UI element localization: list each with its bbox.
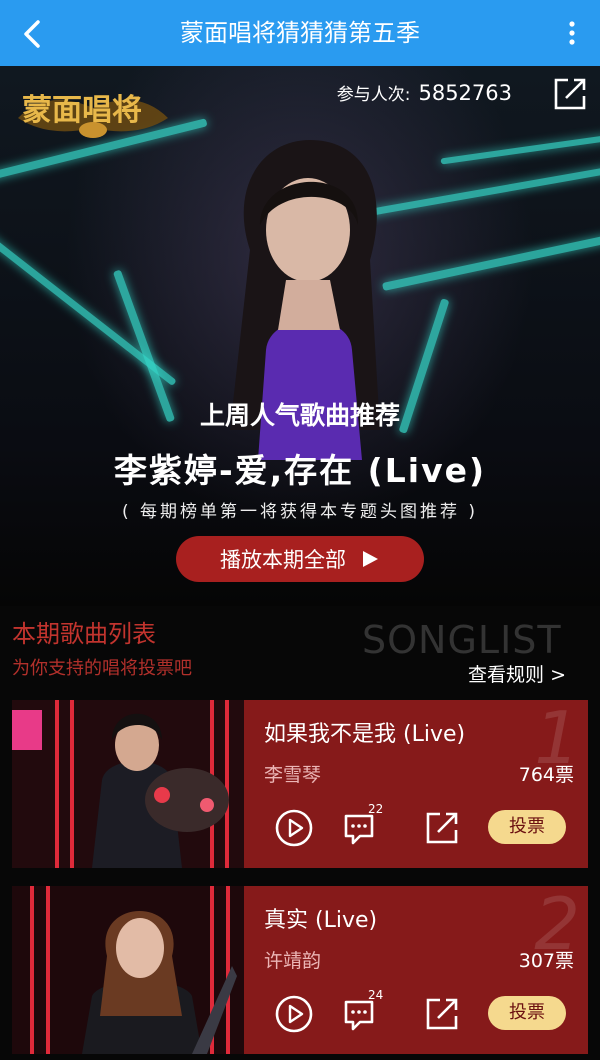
- song-thumbnail: [12, 700, 244, 868]
- more-vertical-icon[interactable]: [560, 18, 584, 48]
- participants-label: 参与人次:: [336, 85, 411, 105]
- artist-name: 许靖韵: [264, 950, 322, 972]
- share-icon[interactable]: [552, 76, 588, 112]
- comment-count: 22: [368, 802, 384, 816]
- section-subtitle: 为你支持的唱将投票吧: [12, 658, 192, 679]
- promo-song-title[interactable]: 李紫婷-爱,存在 (Live): [0, 444, 600, 492]
- comment-button[interactable]: 24: [342, 988, 383, 1034]
- song-card[interactable]: 2 真实 (Live) 许靖韵 307票 24 投票: [12, 882, 588, 1054]
- vote-button[interactable]: 投票: [488, 996, 566, 1030]
- play-all-button[interactable]: 播放本期全部: [176, 536, 424, 582]
- view-rules-link[interactable]: 查看规则 >: [468, 660, 566, 687]
- show-logo: 蒙面唱将: [18, 93, 168, 138]
- share-icon[interactable]: [422, 808, 462, 848]
- participants-number: 5852763: [418, 81, 512, 105]
- share-icon[interactable]: [422, 994, 462, 1034]
- top-bar: 蒙面唱将猜猜猜第五季: [0, 0, 600, 66]
- play-all-label: 播放本期全部: [220, 548, 346, 572]
- promo-heading: 上周人气歌曲推荐: [199, 401, 400, 430]
- song-info: 2 真实 (Live) 许靖韵 307票 24 投票: [244, 882, 588, 1054]
- song-info: 1 如果我不是我 (Live) 李雪琴 764票 22 投票: [244, 696, 588, 868]
- artist-name: 李雪琴: [264, 764, 322, 786]
- play-circle-icon[interactable]: [274, 808, 314, 848]
- song-thumbnail: [12, 886, 244, 1054]
- song-card[interactable]: 1 如果我不是我 (Live) 李雪琴 764票 22 投票: [12, 696, 588, 868]
- song-title[interactable]: 真实 (Live): [264, 902, 377, 934]
- play-triangle-icon: [363, 551, 378, 567]
- back-arrow-icon[interactable]: [14, 16, 50, 52]
- section-title: 本期歌曲列表: [12, 620, 156, 648]
- vote-count: 764票: [518, 764, 574, 786]
- vote-count: 307票: [518, 950, 574, 972]
- vote-button[interactable]: 投票: [488, 810, 566, 844]
- svg-text:蒙面唱将: 蒙面唱将: [22, 93, 142, 128]
- song-title[interactable]: 如果我不是我 (Live): [264, 716, 465, 748]
- neon-light: [440, 133, 600, 165]
- promo-note: ( 每期榜单第一将获得本专题头图推荐 ): [121, 502, 479, 522]
- participant-count: 参与人次: 5852763: [337, 80, 512, 105]
- play-circle-icon[interactable]: [274, 994, 314, 1034]
- page-title: 蒙面唱将猜猜猜第五季: [180, 19, 420, 47]
- comment-count: 24: [368, 988, 384, 1002]
- section-watermark: SONGLIST: [362, 618, 562, 662]
- comment-button[interactable]: 22: [342, 802, 383, 848]
